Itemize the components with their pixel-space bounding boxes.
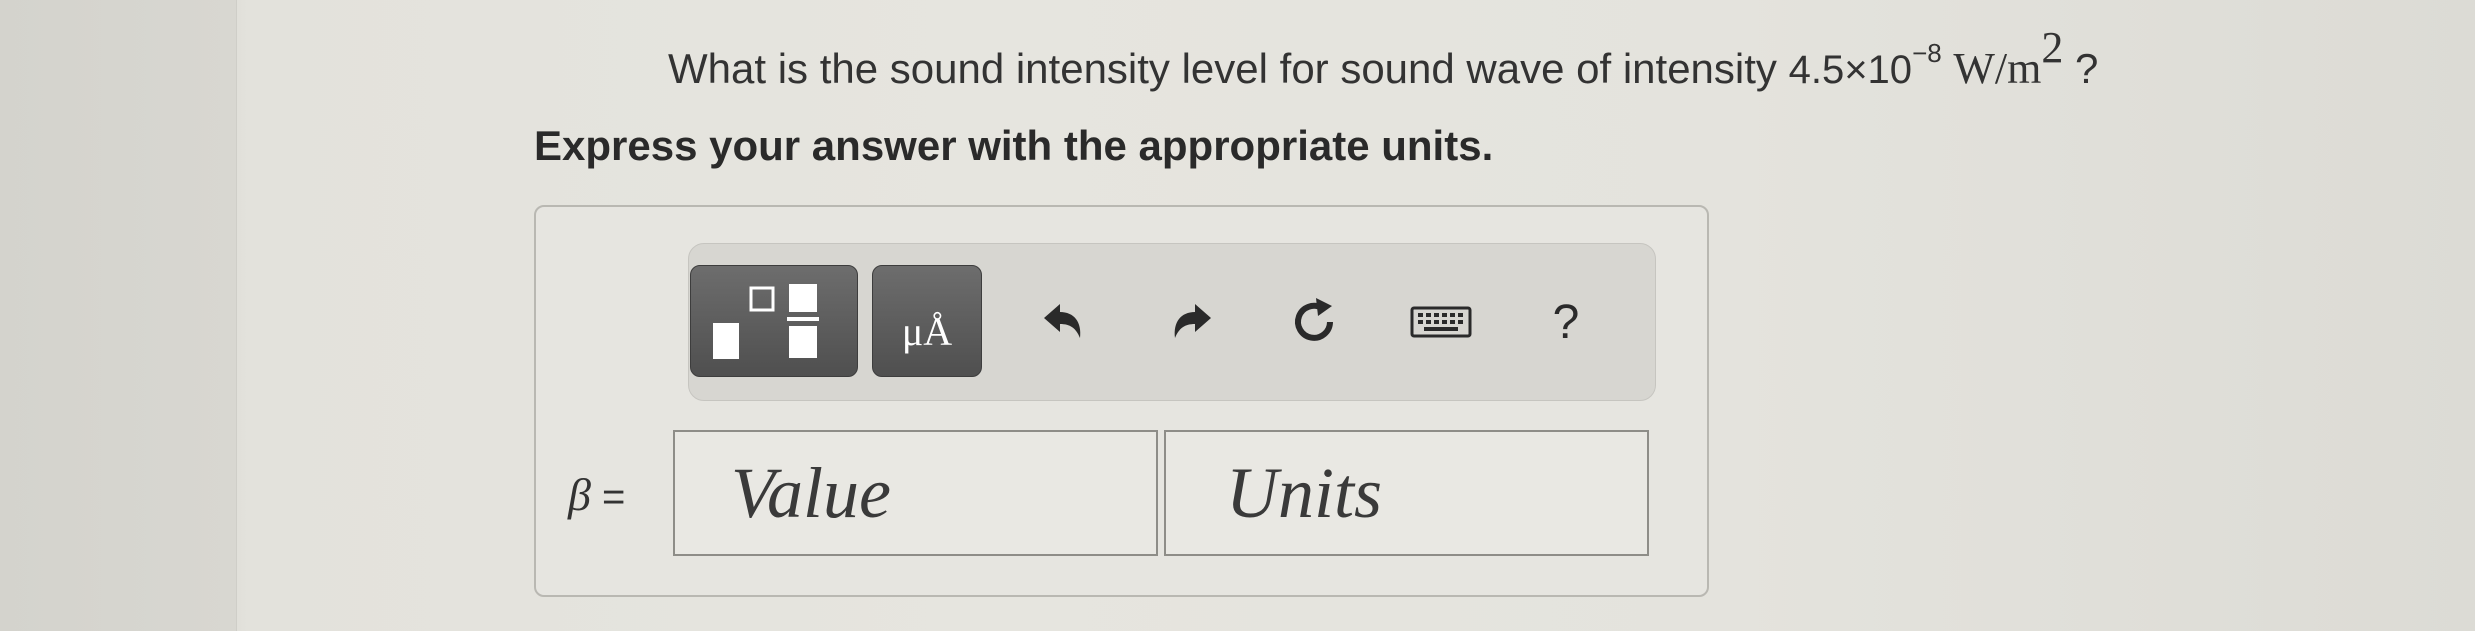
intensity-unit-exponent: 2 bbox=[2041, 23, 2064, 72]
keyboard-button[interactable] bbox=[1408, 292, 1474, 352]
fraction-templates-icon bbox=[713, 284, 819, 359]
reset-icon bbox=[1295, 298, 1333, 341]
units-button[interactable]: μÅ bbox=[872, 265, 982, 377]
undo-button[interactable] bbox=[1032, 292, 1092, 352]
intensity-unit: W/m bbox=[1953, 44, 2042, 93]
beta-symbol: β bbox=[568, 469, 591, 520]
reset-button[interactable] bbox=[1284, 292, 1344, 352]
intensity-mantissa: 4.5×10 bbox=[1788, 48, 1913, 92]
instruction-text: Express your answer with the appropriate… bbox=[534, 122, 1494, 169]
value-input[interactable]: Value bbox=[673, 430, 1158, 556]
undo-icon bbox=[1044, 304, 1081, 338]
help-button[interactable]: ? bbox=[1536, 292, 1596, 352]
question-suffix: ? bbox=[2063, 45, 2099, 92]
question-text: What is the sound intensity level for so… bbox=[668, 23, 2099, 94]
question-prefix: What is the sound intensity level for so… bbox=[668, 45, 1789, 92]
answer-variable-label: β = bbox=[568, 468, 625, 521]
keyboard-icon bbox=[1410, 306, 1472, 338]
redo-icon bbox=[1174, 304, 1211, 338]
redo-button[interactable] bbox=[1163, 292, 1223, 352]
units-input[interactable]: Units bbox=[1164, 430, 1649, 556]
units-button-label: μÅ bbox=[901, 309, 953, 354]
intensity-exponent: −8 bbox=[1912, 38, 1942, 68]
equals-sign: = bbox=[590, 475, 626, 519]
templates-button[interactable] bbox=[690, 265, 858, 377]
page-margin bbox=[0, 0, 237, 631]
